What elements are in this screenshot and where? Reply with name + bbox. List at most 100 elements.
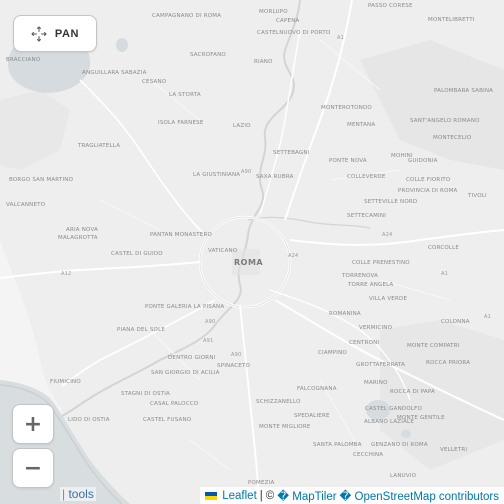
road-label: A1 — [337, 35, 345, 41]
place-label: CIAMPINO — [318, 350, 347, 356]
city-label-roma: ROMA — [234, 258, 264, 267]
place-label: VATICANO — [208, 248, 238, 254]
place-label: CESANO — [142, 79, 167, 85]
road-label: A90 — [205, 319, 216, 325]
pan-button[interactable]: PAN — [13, 15, 97, 52]
place-label: CASTEL GANDOLFO — [365, 406, 423, 412]
zoom-in-button[interactable]: + — [12, 404, 54, 444]
ukraine-flag-icon — [205, 491, 218, 500]
place-label: LA GIUSTINIANA — [193, 172, 241, 178]
place-label: SAN GIORGIO DI ACILIA — [151, 370, 220, 376]
attribution-separator: | — [259, 489, 263, 502]
place-label: ROCCA PRIORA — [426, 360, 471, 366]
place-label: FALCOGNANA — [297, 386, 337, 392]
place-label: CASTEL FUSANO — [143, 417, 192, 423]
map-canvas[interactable]: ROMA CAMPAGNANO DI ROMA MORLUPO CAPENA P… — [0, 0, 504, 504]
place-label: CASTEL DI GUIDO — [111, 251, 163, 257]
place-label: PROVINCIA DI ROMA — [398, 188, 458, 194]
zoom-out-button[interactable]: − — [12, 448, 54, 488]
road-label: A91 — [203, 338, 214, 344]
leaflet-link[interactable]: Leaflet — [222, 490, 257, 502]
place-label: SPINACETO — [217, 363, 251, 369]
place-label: COLONNA — [441, 319, 470, 325]
place-label: ANGUILLARA SABAZIA — [82, 70, 147, 76]
place-label: ISOLA FARNESE — [158, 120, 204, 126]
place-label: PONTE NOVA — [329, 158, 367, 164]
road-label: A24 — [288, 253, 299, 259]
place-label: VILLA VERDE — [369, 296, 408, 302]
place-label: SANTA PALOMBA — [313, 442, 362, 448]
place-label: CASTELNUOVO DI PORTO — [257, 30, 331, 36]
place-label: LIDO DI OSTIA — [68, 417, 110, 423]
place-label: GROTTAFERRATA — [356, 362, 406, 368]
place-label: MONTEROTONDO — [321, 105, 372, 111]
place-label: LAZIO — [233, 123, 251, 129]
place-label: POMEZIA — [248, 480, 275, 486]
place-label: SAXA RUBRA — [256, 174, 294, 180]
place-label: GUIDONIA — [408, 158, 438, 164]
place-label: CECCHINA — [353, 452, 384, 458]
road-label: A90 — [231, 352, 242, 358]
place-label: LANUVIO — [390, 473, 417, 479]
place-label: PASSO CORESE — [368, 3, 413, 9]
place-label: MONTE MIGLIORE — [259, 424, 311, 430]
road-label: A12 — [61, 271, 72, 277]
place-label: TORRE ANGELA — [348, 282, 394, 288]
place-label: MONTECELIO — [433, 135, 472, 141]
place-label: PIANA DEL SOLE — [117, 327, 166, 333]
pan-move-icon — [31, 25, 47, 42]
place-label: ROCCA DI PAPA — [390, 389, 436, 395]
place-label: SETTEBAGNI — [273, 150, 310, 156]
road-label: A90 — [241, 169, 252, 175]
place-label: MORLUPO — [259, 9, 288, 15]
place-label: VELLETRI — [440, 447, 468, 453]
place-label: TORRENOVA — [342, 273, 379, 279]
road-label: A1 — [441, 271, 449, 277]
place-label: CASAL PALOCCO — [150, 401, 199, 407]
place-label: MONTELIBRETTI — [428, 17, 475, 23]
place-label: ARIA NOVA — [66, 227, 99, 233]
place-label: COLLE FIORITO — [406, 177, 451, 183]
map-attribution: Leaflet | © � MapTiler � OpenStreetMap c… — [200, 487, 504, 504]
place-label: MONTE COMPATRI — [407, 343, 460, 349]
place-label: SPEDALIERE — [294, 413, 330, 419]
plus-icon: + — [23, 411, 43, 437]
place-label: TIVOLI — [468, 193, 487, 199]
maptiler-link[interactable]: � MapTiler — [277, 489, 336, 503]
road-label: A1 — [484, 314, 492, 320]
pan-button-label: PAN — [54, 27, 80, 40]
place-label: SETTEVILLE NORD — [364, 199, 418, 205]
place-label: GENZANO DI ROMA — [371, 442, 428, 448]
lake-martignano — [116, 38, 128, 52]
place-label: ALBANO LAZIALE — [364, 419, 414, 425]
place-label: MALAGROTTA — [58, 235, 98, 241]
place-label: SANT'ANGELO ROMANO — [410, 118, 480, 124]
place-label: FIUMICINO — [50, 379, 81, 385]
place-label: BRACCIANO — [6, 57, 41, 63]
road-label: A24 — [382, 232, 393, 238]
place-label: LA STORTA — [169, 92, 201, 98]
openstreetmap-link[interactable]: � OpenStreetMap contributors — [340, 489, 499, 503]
place-label: SETTECAMINI — [347, 213, 386, 219]
place-label: CORCOLLE — [428, 245, 460, 251]
tools-link[interactable]: tools — [68, 487, 93, 501]
place-label: MENTANA — [347, 122, 376, 128]
place-label: SCHIZZANELLO — [256, 399, 301, 405]
place-label: VALCANNETO — [6, 202, 46, 208]
place-label: CAPENA — [276, 18, 300, 24]
place-label: PALOMBARA SABINA — [434, 88, 494, 94]
minus-icon: − — [23, 455, 43, 481]
place-label: DENTRO GIORNI — [168, 355, 216, 361]
place-label: VERMICINO — [359, 325, 393, 331]
map-tiles[interactable] — [0, 0, 504, 504]
place-label: BORGO SAN MARTINO — [9, 177, 74, 183]
copyright-symbol: © — [265, 489, 275, 502]
place-label: MARINO — [364, 380, 388, 386]
place-label: COLLEVERDE — [347, 174, 386, 180]
place-label: ROMANINA — [329, 311, 361, 317]
place-label: CENTRONI — [349, 340, 380, 346]
place-label: COLLE PRENESTINO — [352, 260, 410, 266]
place-label: SACROFANO — [190, 52, 226, 58]
place-label: RIANO — [254, 59, 273, 65]
tools-separator: | — [62, 487, 66, 501]
